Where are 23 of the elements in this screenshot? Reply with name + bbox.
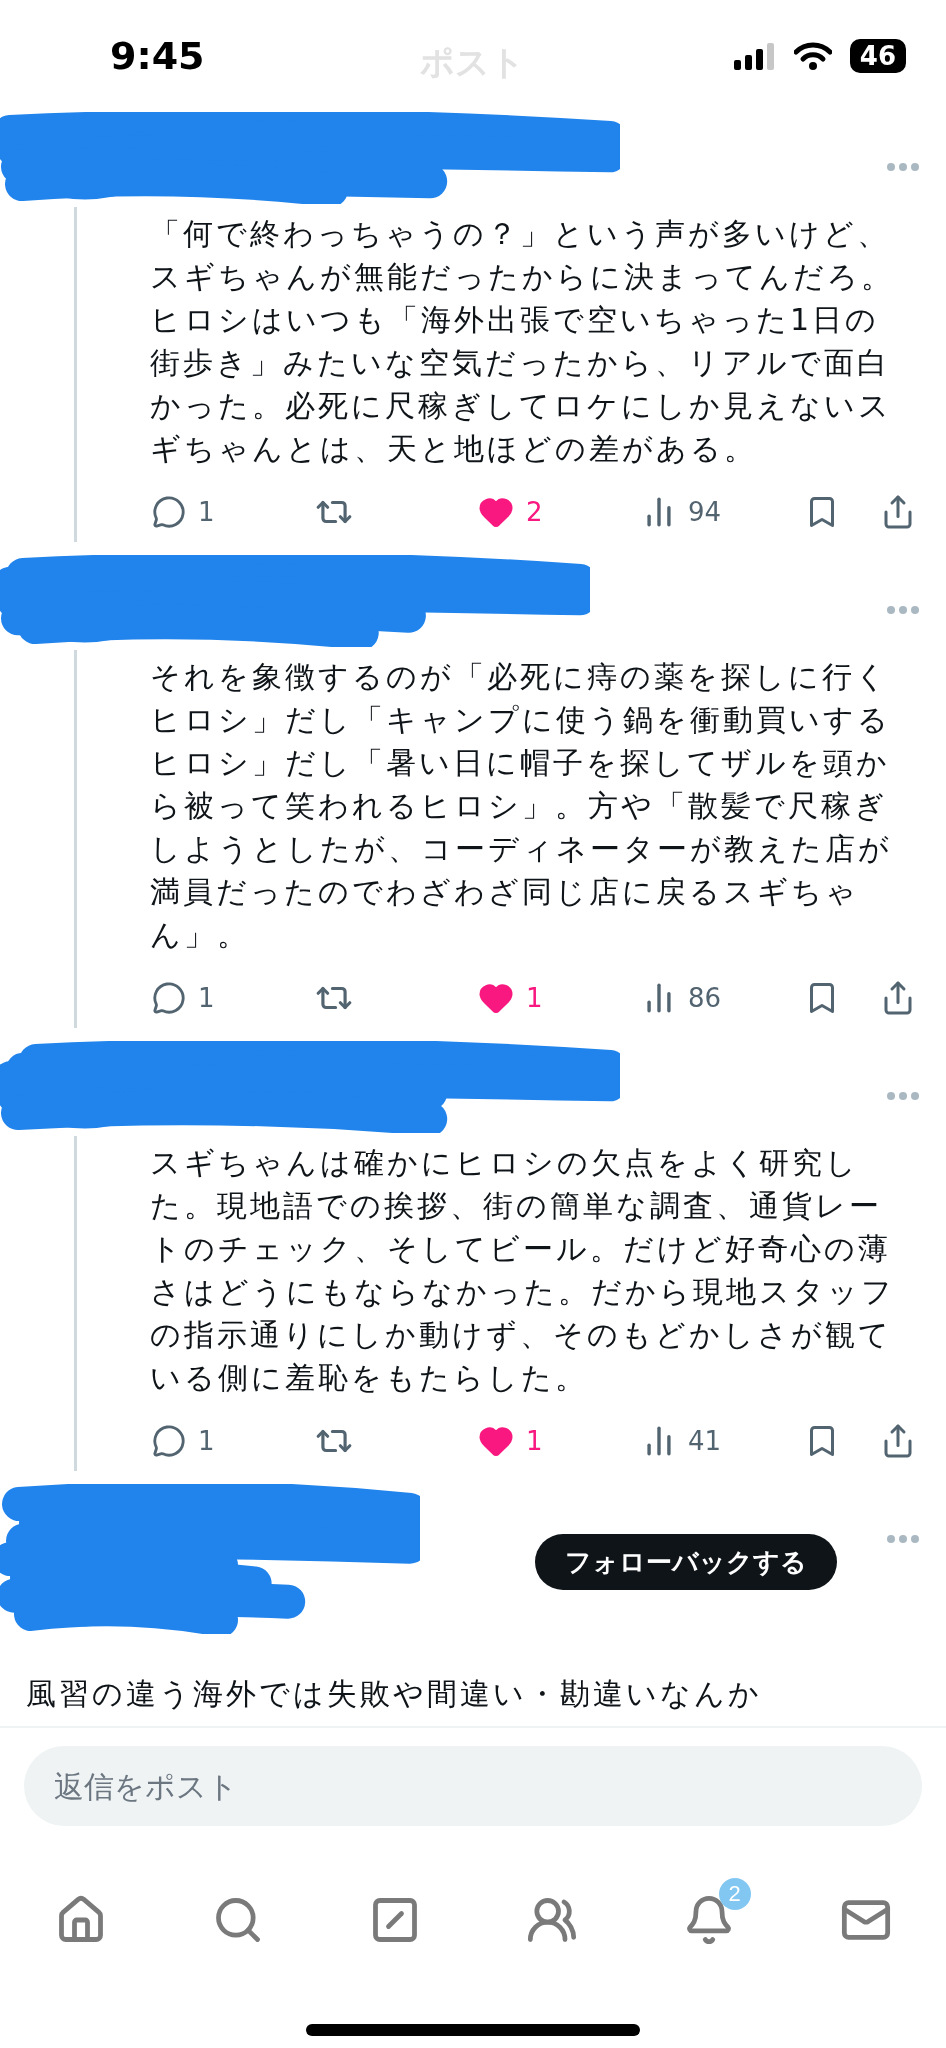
post-text: 「何で終わっちゃうの？」という声が多いけど、 スギちゃんが無能だったからに決まってんだろ。 ヒロシはいつも「海外出張で空いちゃった1日の 街歩き」みたいな空気だったから、リアルで面白 かった。必死に尺稼ぎしてロケにしか見えないス ギちゃんとは、天と地ほどの差がある。: [150, 215, 895, 468]
reply-icon[interactable]: [152, 495, 186, 529]
like-count: 1: [526, 983, 543, 1013]
reply-field[interactable]: 返信をポスト: [24, 1746, 922, 1826]
notification-badge: 2: [718, 1878, 751, 1910]
post-text: それを象徴するのが「必死に痔の薬を探しに行く ヒロシ」だし「キャンプに使う鍋を衝動買いする ヒロシ」だし「暑い日に帽子を探してザルを頭か ら被って笑われるヒロシ」。方や「散髪で尺稼ぎ しようとしたが、コーディネーターが教えた店が 満員だったのでわざわざ同じ店に戻るスギちゃ ん」。: [150, 658, 893, 954]
like-count: 2: [526, 497, 543, 527]
battery-level: 46: [849, 39, 906, 73]
post-text: 風習の違う海外では失敗や間違い・勘違いなんか: [26, 1675, 763, 1713]
reply-count: 1: [198, 497, 215, 527]
status-time: 9:45: [110, 34, 205, 78]
follow-back-button[interactable]: フォローバックする: [535, 1534, 837, 1590]
views-count: 41: [688, 1426, 722, 1456]
reply-icon[interactable]: [152, 981, 186, 1015]
reply-count: 1: [198, 983, 215, 1013]
reply-icon[interactable]: [152, 1424, 186, 1458]
views-count: 94: [688, 497, 722, 527]
wifi-icon: [793, 42, 832, 70]
reply-count: 1: [198, 1426, 215, 1456]
signal-icon: [733, 42, 776, 70]
views-count: 86: [688, 983, 722, 1013]
post-text: スギちゃんは確かにヒロシの欠点をよく研究し た。現地語での挨拶、街の簡単な調査、通貨レー トのチェック、そしてビール。だけど好奇心の薄 さはどうにもならなかった。だから現地スタッフ の指示通りにしか動けず、そのもどかしさが観て いる側に羞恥をもたらした。: [150, 1144, 896, 1397]
like-count: 1: [526, 1426, 543, 1456]
